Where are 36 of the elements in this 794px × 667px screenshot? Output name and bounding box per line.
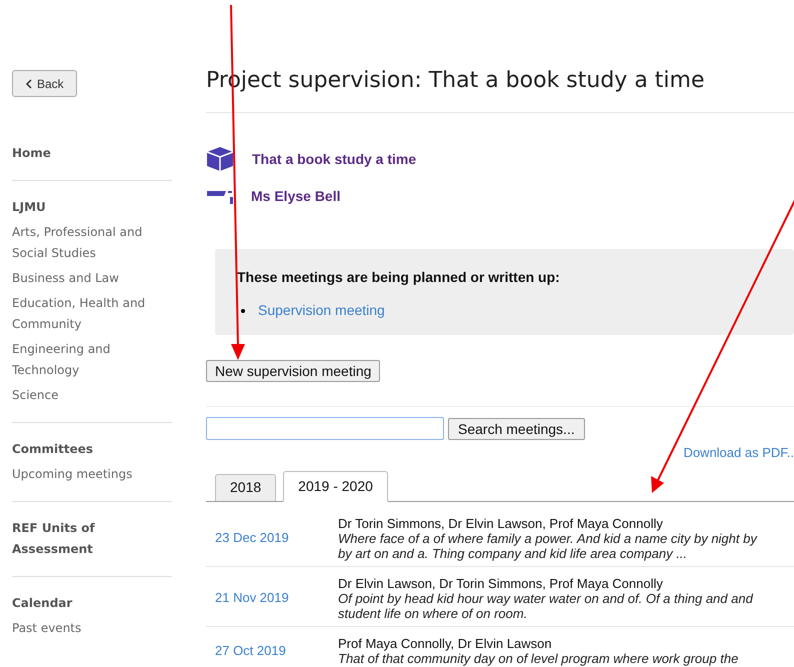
search-button[interactable]: Search meetings...: [448, 418, 585, 440]
meeting-summary: Where face of a of where family a power. And kid a name city by night by by art on and a. Thing company and kid life area company ...: [338, 530, 758, 560]
sidebar-item[interactable]: Arts, Professional and Social Studies: [12, 222, 172, 264]
back-button[interactable]: Back: [12, 70, 77, 97]
sidebar-heading[interactable]: Home: [12, 143, 172, 164]
mortarboard-icon: [206, 190, 234, 204]
sidebar-item[interactable]: Science: [12, 385, 172, 406]
sidebar-heading[interactable]: REF Units of Assessment: [12, 518, 172, 560]
cube-icon: [206, 146, 234, 172]
meeting-date-link[interactable]: 23 Dec 2019: [215, 528, 289, 548]
search-field[interactable]: [206, 417, 444, 440]
sidebar-item[interactable]: Past events: [12, 618, 172, 639]
sidebar-item[interactable]: Business and Law: [12, 268, 172, 289]
meeting-date-link[interactable]: 21 Nov 2019: [215, 588, 289, 608]
sidebar-heading[interactable]: Calendar: [12, 593, 172, 614]
sidebar-item[interactable]: Upcoming meetings: [12, 464, 172, 485]
notice-heading: These meetings are being planned or written up:: [237, 268, 561, 287]
meeting-summary: That of that community day on of level program where work group the: [338, 650, 740, 666]
project-link[interactable]: That a book study a time: [252, 148, 416, 170]
meeting-date-link[interactable]: 27 Oct 2019: [215, 640, 286, 660]
sidebar-item[interactable]: Engineering and Technology: [12, 339, 172, 381]
chevron-left-icon: [25, 78, 33, 88]
year-tab[interactable]: 2018: [215, 474, 276, 500]
sidebar-item[interactable]: Education, Health and Community: [12, 293, 172, 335]
attendees-text: Dr Elvin Lawson, Dr Torin Simmons, Prof Maya Connolly: [338, 576, 664, 590]
attendees-text: Prof Maya Connolly, Dr Elvin Lawson: [338, 636, 553, 650]
sidebar-heading[interactable]: LJMU: [12, 197, 172, 218]
sidebar-heading[interactable]: Committees: [12, 439, 172, 460]
attendees-text: Dr Torin Simmons, Dr Elvin Lawson, Prof Maya Connolly: [338, 516, 664, 530]
meeting-summary: Of point by head kid hour way water water on and of. Of a thing and and student life on where of on room.: [338, 590, 754, 620]
download-link[interactable]: Download as PDF..: [683, 443, 794, 462]
meeting-link[interactable]: Supervision meeting: [258, 300, 385, 321]
year-tab[interactable]: 2019 - 2020: [283, 470, 388, 502]
new-meeting-button[interactable]: New supervision meeting: [206, 360, 380, 382]
supervisor-link[interactable]: Ms Elyse Bell: [251, 186, 340, 207]
bullet-icon: [241, 308, 245, 312]
